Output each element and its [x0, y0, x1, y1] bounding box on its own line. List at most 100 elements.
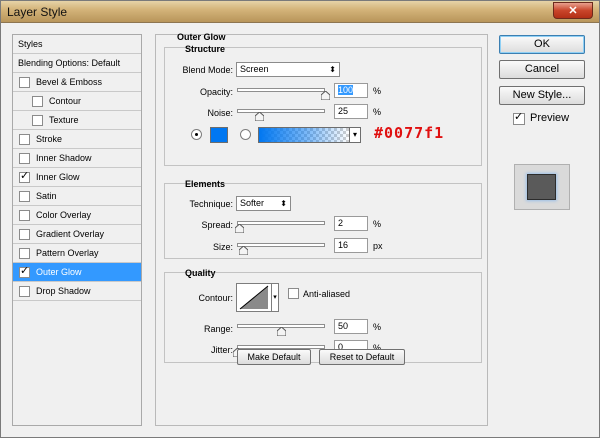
spread-label: Spread:: [201, 220, 233, 230]
style-item-label: Texture: [49, 115, 79, 125]
preview-label: Preview: [530, 112, 570, 124]
style-item-label: Contour: [49, 96, 82, 106]
range-label: Range:: [203, 324, 233, 334]
range-input[interactable]: 50: [334, 319, 368, 334]
style-item-label: Stroke: [36, 134, 63, 144]
style-item-checkbox[interactable]: [19, 153, 30, 164]
color-hex-annotation: #0077f1: [374, 124, 445, 142]
size-slider-track[interactable]: [237, 243, 325, 247]
range-unit: %: [373, 322, 382, 332]
contour-dropdown[interactable]: ▾: [271, 283, 279, 312]
checkmark-icon: ✓: [514, 111, 524, 123]
make-default-button[interactable]: Make Default: [237, 349, 311, 365]
panel-title: Outer Glow: [177, 32, 226, 42]
chevron-down-icon: ▾: [352, 130, 357, 139]
blending-options-label: Blending Options: Default: [18, 58, 121, 68]
style-item-label: Color Overlay: [36, 210, 92, 220]
style-preview: [514, 164, 570, 210]
preview-checkbox[interactable]: ✓: [513, 111, 525, 125]
style-item-color-overlay[interactable]: Color Overlay: [13, 206, 141, 225]
size-label: Size:: [212, 242, 233, 252]
gradient-dropdown[interactable]: ▾: [349, 127, 361, 143]
size-value: 16: [338, 240, 349, 250]
styles-header-label: Styles: [18, 39, 43, 49]
ok-button[interactable]: OK: [499, 35, 585, 54]
spread-input[interactable]: 2: [334, 216, 368, 231]
cancel-button[interactable]: Cancel: [499, 60, 585, 79]
style-item-satin[interactable]: Satin: [13, 187, 141, 206]
size-slider-thumb[interactable]: [238, 246, 248, 255]
style-item-checkbox[interactable]: [19, 191, 30, 202]
noise-slider-track[interactable]: [237, 109, 325, 113]
size-unit: px: [373, 241, 383, 251]
styles-list: Styles Blending Options: Default Bevel &…: [12, 34, 142, 426]
structure-heading: Structure: [185, 44, 226, 54]
style-item-label: Gradient Overlay: [36, 229, 105, 239]
opacity-label: Opacity:: [199, 87, 233, 97]
opacity-unit: %: [373, 86, 382, 96]
style-item-checkbox[interactable]: [19, 229, 30, 240]
opacity-slider-track[interactable]: [237, 88, 325, 92]
opacity-slider-thumb[interactable]: [321, 91, 330, 100]
blend-mode-select[interactable]: Screen ⬍: [236, 62, 340, 77]
style-item-label: Bevel & Emboss: [36, 77, 103, 87]
close-icon: ✕: [568, 5, 578, 17]
style-item-gradient-overlay[interactable]: Gradient Overlay: [13, 225, 141, 244]
noise-unit: %: [373, 107, 382, 117]
spread-value: 2: [338, 218, 344, 228]
chevron-updown-icon: ⬍: [280, 199, 287, 208]
style-item-checkbox[interactable]: [19, 210, 30, 221]
style-item-texture[interactable]: Texture: [13, 111, 141, 130]
gradient-radio[interactable]: [240, 129, 251, 140]
style-item-inner-shadow[interactable]: Inner Shadow: [13, 149, 141, 168]
size-input[interactable]: 16: [334, 238, 368, 253]
elements-heading: Elements: [185, 179, 226, 189]
spread-slider-thumb[interactable]: [234, 224, 244, 233]
noise-slider-thumb[interactable]: [255, 112, 264, 121]
styles-header[interactable]: Styles: [13, 35, 141, 54]
style-item-stroke[interactable]: Stroke: [13, 130, 141, 149]
style-item-label: Drop Shadow: [36, 286, 91, 296]
style-item-checkbox[interactable]: [32, 96, 43, 107]
color-radio[interactable]: [191, 129, 202, 140]
style-item-checkbox[interactable]: ✓: [19, 170, 30, 183]
style-item-label: Pattern Overlay: [36, 248, 99, 258]
noise-input[interactable]: 25: [334, 104, 368, 119]
contour-curve-icon: [239, 285, 269, 310]
blend-mode-value: Screen: [240, 64, 269, 74]
anti-aliased-label: Anti-aliased: [303, 289, 351, 299]
style-item-checkbox[interactable]: [19, 286, 30, 297]
style-item-checkbox[interactable]: [32, 115, 43, 126]
blending-options[interactable]: Blending Options: Default: [13, 54, 141, 73]
style-item-label: Inner Shadow: [36, 153, 92, 163]
style-item-bevel-emboss[interactable]: Bevel & Emboss: [13, 73, 141, 92]
style-item-contour[interactable]: Contour: [13, 92, 141, 111]
style-item-checkbox[interactable]: [19, 248, 30, 259]
technique-select[interactable]: Softer ⬍: [236, 196, 291, 211]
checkmark-icon: ✓: [20, 265, 30, 277]
style-item-checkbox[interactable]: [19, 77, 30, 88]
style-item-inner-glow[interactable]: ✓ Inner Glow: [13, 168, 141, 187]
glow-color-swatch[interactable]: [210, 127, 228, 143]
style-item-checkbox[interactable]: [19, 134, 30, 145]
checkmark-icon: ✓: [20, 170, 30, 182]
close-button[interactable]: ✕: [553, 2, 593, 19]
range-slider-thumb[interactable]: [277, 327, 286, 336]
opacity-input[interactable]: 100: [334, 83, 368, 98]
style-item-drop-shadow[interactable]: Drop Shadow: [13, 282, 141, 301]
style-item-outer-glow[interactable]: ✓ Outer Glow: [13, 263, 141, 282]
style-item-checkbox[interactable]: ✓: [19, 265, 30, 278]
glow-gradient-picker[interactable]: [258, 127, 350, 143]
technique-label: Technique:: [189, 199, 233, 209]
opacity-value: 100: [338, 85, 354, 95]
title-bar[interactable]: Layer Style ✕: [1, 1, 599, 23]
reset-to-default-button[interactable]: Reset to Default: [319, 349, 405, 365]
style-item-pattern-overlay[interactable]: Pattern Overlay: [13, 244, 141, 263]
jitter-label: Jitter:: [210, 345, 233, 355]
layer-style-dialog: Layer Style ✕ Styles Blending Options: D…: [0, 0, 600, 438]
new-style-button[interactable]: New Style...: [499, 86, 585, 105]
anti-aliased-checkbox[interactable]: [288, 288, 299, 299]
spread-slider-track[interactable]: [237, 221, 325, 225]
dialog-content: Styles Blending Options: Default Bevel &…: [1, 23, 599, 437]
contour-picker[interactable]: [236, 283, 272, 312]
